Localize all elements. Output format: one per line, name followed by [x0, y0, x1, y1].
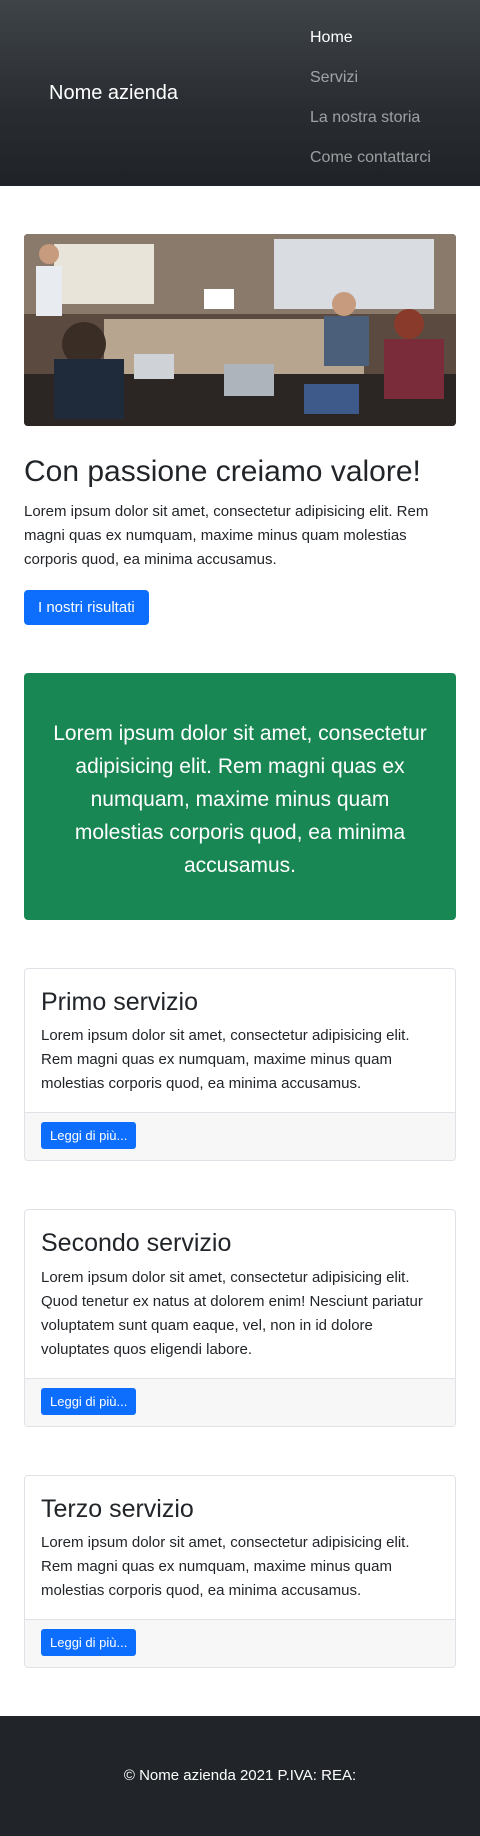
highlight-box: Lorem ipsum dolor sit amet, consectetur …: [24, 673, 456, 920]
card-footer: Leggi di più...: [25, 1377, 455, 1426]
results-button[interactable]: I nostri risultati: [24, 590, 149, 625]
nav-link-home[interactable]: Home: [310, 29, 353, 47]
navbar: Nome azienda Home Servizi La nostra stor…: [0, 0, 480, 186]
meeting-photo-illustration: [24, 234, 456, 426]
nav-item-home: Home: [310, 18, 431, 58]
card-title: Terzo servizio: [41, 1494, 194, 1523]
highlight-text: Lorem ipsum dolor sit amet, consectetur …: [53, 722, 427, 877]
page-footer: © Nome azienda 2021 P.IVA: REA:: [0, 1715, 480, 1836]
card-text: Lorem ipsum dolor sit amet, consectetur …: [41, 1027, 410, 1093]
service-card-2: Secondo servizio Lorem ipsum dolor sit a…: [24, 1209, 456, 1427]
card-body: Terzo servizio Lorem ipsum dolor sit ame…: [25, 1476, 455, 1619]
nav-link-storia[interactable]: La nostra storia: [310, 109, 420, 127]
nav-item-servizi: Servizi: [310, 58, 431, 98]
read-more-button[interactable]: Leggi di più...: [41, 1628, 137, 1656]
card-title: Primo servizio: [41, 988, 198, 1016]
card-text: Lorem ipsum dolor sit amet, consectetur …: [41, 1533, 410, 1599]
card-body: Secondo servizio Lorem ipsum dolor sit a…: [25, 1210, 455, 1377]
nav-item-contatti: Come contattarci: [310, 138, 431, 178]
read-more-button[interactable]: Leggi di più...: [41, 1387, 137, 1415]
card-title: Secondo servizio: [41, 1229, 232, 1258]
read-more-button[interactable]: Leggi di più...: [41, 1122, 137, 1150]
main-content: Con passione creiamo valore! Lorem ipsum…: [0, 234, 480, 1668]
nav-link-contatti[interactable]: Come contattarci: [310, 149, 431, 167]
service-card-1: Primo servizio Lorem ipsum dolor sit ame…: [24, 968, 456, 1162]
hero-text: Lorem ipsum dolor sit amet, consectetur …: [24, 503, 429, 568]
hero-image: [24, 234, 456, 426]
card-text: Lorem ipsum dolor sit amet, consectetur …: [41, 1268, 423, 1358]
service-card-3: Terzo servizio Lorem ipsum dolor sit ame…: [24, 1474, 456, 1668]
nav-item-storia: La nostra storia: [310, 98, 431, 138]
nav-link-servizi[interactable]: Servizi: [310, 69, 358, 87]
hero-title: Con passione creiamo valore!: [24, 455, 421, 488]
card-footer: Leggi di più...: [25, 1618, 455, 1667]
brand-link[interactable]: Nome azienda: [49, 82, 178, 105]
card-footer: Leggi di più...: [25, 1112, 455, 1161]
footer-text: © Nome azienda 2021 P.IVA: REA:: [123, 1767, 357, 1785]
card-body: Primo servizio Lorem ipsum dolor sit ame…: [25, 969, 455, 1112]
nav-menu: Home Servizi La nostra storia Come conta…: [310, 18, 431, 178]
